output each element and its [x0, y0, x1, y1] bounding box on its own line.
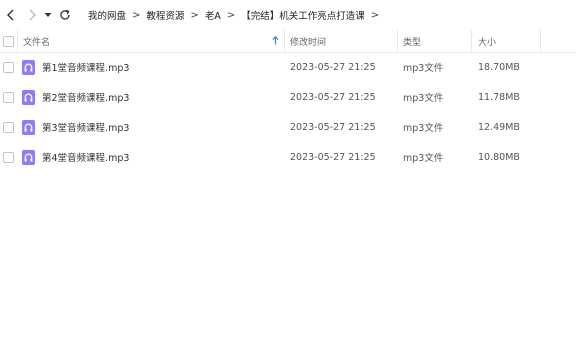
refresh-button[interactable]: [56, 6, 74, 24]
file-type: mp3文件: [403, 153, 444, 164]
file-row[interactable]: 第2堂音频课程.mp3 2023-05-27 21:25 mp3文件 11.78…: [0, 82, 576, 112]
column-divider: [471, 30, 472, 52]
column-divider: [17, 30, 18, 52]
breadcrumb-item[interactable]: 我的网盘: [87, 8, 127, 22]
breadcrumb-item[interactable]: 老A: [204, 8, 222, 22]
file-name[interactable]: 第4堂音频课程.mp3: [42, 142, 129, 172]
file-row[interactable]: 第3堂音频课程.mp3 2023-05-27 21:25 mp3文件 12.49…: [0, 112, 576, 142]
file-modified: 2023-05-27 21:25: [290, 121, 376, 133]
sort-ascending-icon: [272, 36, 279, 45]
audio-file-icon: [22, 60, 35, 75]
file-modified: 2023-05-27 21:25: [290, 91, 376, 103]
column-divider: [284, 30, 285, 52]
file-size: 11.78MB: [478, 91, 520, 103]
row-checkbox[interactable]: [3, 122, 14, 133]
audio-file-icon: [22, 120, 35, 135]
row-checkbox[interactable]: [3, 92, 14, 103]
select-all-checkbox[interactable]: [3, 36, 14, 47]
toolbar: 我的网盘 > 教程资源 > 老A > 【完结】机关工作亮点打造课 >: [0, 0, 576, 30]
file-name[interactable]: 第2堂音频课程.mp3: [42, 82, 129, 112]
file-browser: 我的网盘 > 教程资源 > 老A > 【完结】机关工作亮点打造课 > 文件名 修…: [0, 0, 576, 356]
file-type: mp3文件: [403, 93, 444, 104]
refresh-icon: [60, 9, 70, 20]
row-checkbox[interactable]: [3, 62, 14, 73]
file-row[interactable]: 第4堂音频课程.mp3 2023-05-27 21:25 mp3文件 10.80…: [0, 142, 576, 172]
chevron-right-icon: [29, 9, 36, 21]
chevron-left-icon: [7, 9, 14, 21]
caret-down-icon: [44, 13, 52, 17]
file-type: mp3文件: [403, 123, 444, 134]
breadcrumb-separator: >: [190, 9, 199, 21]
audio-file-icon: [22, 150, 35, 165]
column-header: 文件名 修改时间 类型 大小: [0, 30, 576, 53]
file-modified: 2023-05-27 21:25: [290, 151, 376, 163]
history-dropdown-button[interactable]: [39, 6, 57, 24]
breadcrumb-separator: >: [132, 9, 141, 21]
breadcrumb-item[interactable]: 【完结】机关工作亮点打造课: [240, 8, 366, 22]
column-header-modified[interactable]: 修改时间: [290, 30, 326, 52]
audio-file-icon: [22, 90, 35, 105]
file-name[interactable]: 第3堂音频课程.mp3: [42, 112, 129, 142]
breadcrumb: 我的网盘 > 教程资源 > 老A > 【完结】机关工作亮点打造课 >: [87, 0, 384, 30]
back-button[interactable]: [2, 6, 20, 24]
breadcrumb-separator: >: [226, 9, 236, 21]
column-header-size[interactable]: 大小: [478, 30, 496, 52]
file-row[interactable]: 第1堂音频课程.mp3 2023-05-27 21:25 mp3文件 18.70…: [0, 52, 576, 82]
file-size: 10.80MB: [478, 151, 520, 163]
row-checkbox[interactable]: [3, 152, 14, 163]
file-size: 18.70MB: [478, 61, 520, 73]
column-header-name[interactable]: 文件名: [23, 30, 50, 52]
file-name[interactable]: 第1堂音频课程.mp3: [42, 52, 129, 82]
file-type: mp3文件: [403, 63, 444, 74]
breadcrumb-separator: >: [370, 9, 380, 21]
file-modified: 2023-05-27 21:25: [290, 61, 376, 73]
column-divider: [397, 30, 398, 52]
file-size: 12.49MB: [478, 121, 520, 133]
column-divider: [540, 30, 541, 52]
column-header-type[interactable]: 类型: [403, 30, 421, 52]
breadcrumb-item[interactable]: 教程资源: [145, 8, 185, 22]
